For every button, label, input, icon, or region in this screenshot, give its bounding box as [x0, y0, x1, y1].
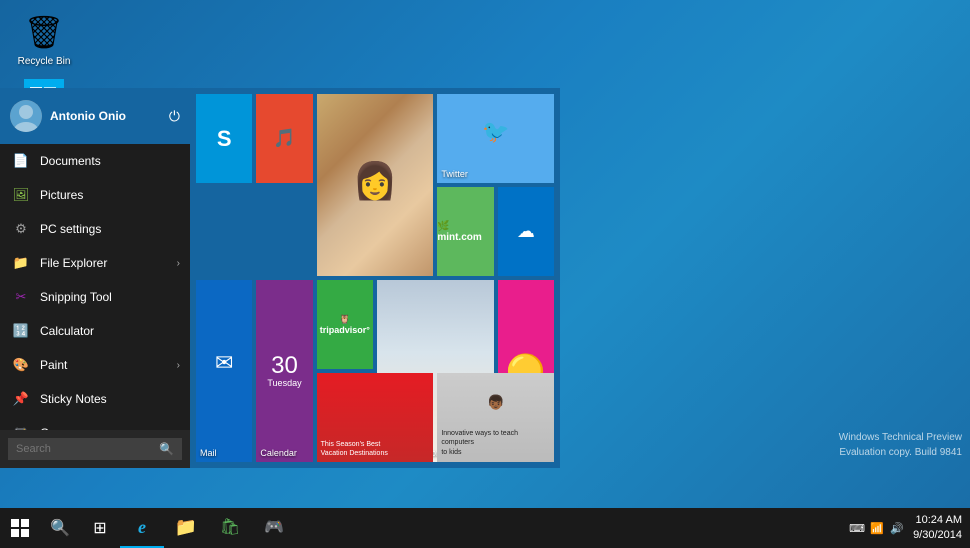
file-explorer-icon: 📁: [12, 254, 30, 272]
search-bar: 🔍: [0, 430, 190, 468]
tile-onedrive[interactable]: ☁: [498, 187, 554, 276]
nav-item-pc-settings[interactable]: ⚙ PC settings: [0, 212, 190, 246]
sticky-notes-icon: 📌: [12, 390, 30, 408]
folder-icon: 📁: [175, 517, 197, 538]
recycle-bin-label: Recycle Bin: [18, 56, 71, 68]
search-icon: 🔍: [159, 442, 174, 456]
ie-icon: e: [138, 517, 146, 538]
tile-vacation[interactable]: This Season's BestVacation Destinations: [317, 373, 434, 462]
clock[interactable]: 10:24 AM 9/30/2014: [913, 513, 962, 544]
kids-icon: 👦🏾: [441, 377, 550, 429]
paint-arrow: ›: [177, 360, 180, 371]
tile-mail[interactable]: ✉ Mail: [196, 280, 252, 462]
pictures-icon: 🖼: [12, 186, 30, 204]
pc-settings-label: PC settings: [40, 222, 101, 236]
calculator-label: Calculator: [40, 324, 94, 338]
power-button[interactable]: ⏻: [169, 108, 180, 125]
watermark-line2: Evaluation copy. Build 9841: [839, 445, 962, 460]
taskbar-games[interactable]: 🎮: [252, 508, 296, 548]
calendar-day: 30: [271, 354, 298, 378]
tile-music[interactable]: 🎵: [256, 94, 312, 183]
system-tray: ⌨ 📶 🔊 10:24 AM 9/30/2014: [849, 513, 970, 544]
clock-time: 10:24 AM: [913, 513, 962, 528]
user-header: Antonio Onio ⏻: [0, 88, 190, 144]
search-icon: 🔍: [50, 518, 70, 538]
games-nav-label: Games: [40, 426, 79, 430]
documents-icon: 📄: [12, 152, 30, 170]
recycle-bin-image: 🗑: [24, 12, 64, 52]
tile-skype[interactable]: S: [196, 94, 252, 183]
mail-label: Mail: [200, 448, 217, 458]
photo-image: [317, 94, 434, 276]
paint-icon: 🎨: [12, 356, 30, 374]
recycle-bin-icon[interactable]: 🗑 Recycle Bin: [8, 8, 80, 72]
sticky-notes-label: Sticky Notes: [40, 392, 107, 406]
nav-item-paint[interactable]: 🎨 Paint ›: [0, 348, 190, 382]
games-taskbar-icon: 🎮: [264, 517, 284, 537]
games-nav-icon: 🎮: [12, 424, 30, 430]
pictures-label: Pictures: [40, 188, 83, 202]
vacation-text: This Season's BestVacation Destinations: [321, 440, 388, 458]
start-menu: Antonio Onio ⏻ 📄 Documents 🖼 Pictures ⚙ …: [0, 88, 560, 468]
user-avatar: [10, 100, 42, 132]
taskbar-search-button[interactable]: 🔍: [40, 508, 80, 548]
desktop: 🗑 Recycle Bin Welcome toTech Preview: [0, 0, 970, 508]
calculator-icon: 🔢: [12, 322, 30, 340]
calendar-content: 30 Tuesday: [256, 280, 312, 462]
calendar-label: Calendar: [260, 448, 297, 458]
file-explorer-label: File Explorer: [40, 256, 107, 270]
calendar-dow: Tuesday: [267, 378, 301, 388]
taskbar: 🔍 ⊞ e 📁 🛍 🎮 ⌨ 📶 🔊 10:24 AM 9/30/2014: [0, 508, 970, 548]
taskbar-store[interactable]: 🛍: [208, 508, 252, 548]
start-menu-tiles: S 🎵 🐦 Twitter 🌿mint.com ☁: [190, 88, 560, 468]
vacation-content: This Season's BestVacation Destinations: [317, 373, 434, 462]
nav-item-pictures[interactable]: 🖼 Pictures: [0, 178, 190, 212]
tile-twitter[interactable]: 🐦 Twitter: [437, 94, 554, 183]
nav-item-snipping[interactable]: ✂ Snipping Tool: [0, 280, 190, 314]
nav-item-documents[interactable]: 📄 Documents: [0, 144, 190, 178]
windows-logo-icon: [11, 519, 29, 537]
clock-date: 9/30/2014: [913, 528, 962, 543]
tile-kids-coding[interactable]: 👦🏾 Innovative ways to teach computersto …: [437, 373, 554, 462]
tile-calendar[interactable]: 30 Tuesday Calendar: [256, 280, 312, 462]
settings-icon: ⚙: [12, 220, 30, 238]
taskview-icon: ⊞: [93, 518, 106, 538]
taskbar-taskview-button[interactable]: ⊞: [80, 508, 120, 548]
file-explorer-arrow: ›: [177, 258, 180, 269]
search-input[interactable]: [16, 443, 159, 455]
nav-item-calculator[interactable]: 🔢 Calculator: [0, 314, 190, 348]
kids-text: Innovative ways to teach computersto kid…: [441, 429, 550, 458]
network-icon[interactable]: 📶: [869, 520, 885, 536]
paint-label: Paint: [40, 358, 67, 372]
snipping-label: Snipping Tool: [40, 290, 112, 304]
keyboard-icon[interactable]: ⌨: [849, 520, 865, 536]
tile-mint[interactable]: 🌿mint.com: [437, 187, 493, 276]
documents-label: Documents: [40, 154, 101, 168]
tile-tripadvisor[interactable]: 🦉tripadvisor°: [317, 280, 373, 369]
start-menu-left: Antonio Onio ⏻ 📄 Documents 🖼 Pictures ⚙ …: [0, 88, 190, 468]
user-info: Antonio Onio: [10, 100, 126, 132]
search-wrap[interactable]: 🔍: [8, 438, 182, 460]
twitter-label: Twitter: [441, 169, 468, 179]
taskbar-file-explorer[interactable]: 📁: [164, 508, 208, 548]
kids-content: 👦🏾 Innovative ways to teach computersto …: [437, 373, 554, 462]
user-name: Antonio Onio: [50, 109, 126, 123]
watermark: Windows Technical Preview Evaluation cop…: [839, 430, 962, 460]
tile-photo[interactable]: [317, 94, 434, 276]
taskbar-ie[interactable]: e: [120, 508, 164, 548]
nav-items: 📄 Documents 🖼 Pictures ⚙ PC settings 📁 F…: [0, 144, 190, 430]
snipping-icon: ✂: [12, 288, 30, 306]
nav-item-file-explorer[interactable]: 📁 File Explorer ›: [0, 246, 190, 280]
tray-icons: ⌨ 📶 🔊: [849, 520, 905, 536]
volume-icon[interactable]: 🔊: [889, 520, 905, 536]
nav-item-sticky-notes[interactable]: 📌 Sticky Notes: [0, 382, 190, 416]
nav-item-games[interactable]: 🎮 Games: [0, 416, 190, 430]
watermark-line1: Windows Technical Preview: [839, 430, 962, 445]
start-button[interactable]: [0, 508, 40, 548]
store-taskbar-icon: 🛍: [220, 517, 240, 537]
